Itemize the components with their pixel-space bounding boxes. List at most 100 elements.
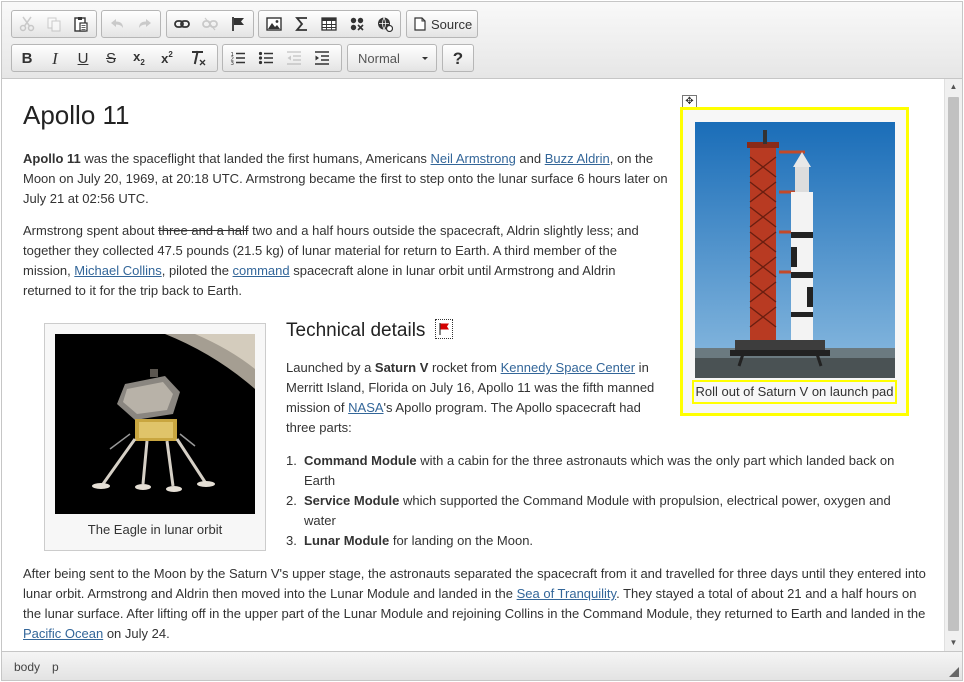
widget-drag-handle[interactable]: ✥ bbox=[682, 95, 697, 110]
underline-icon: U bbox=[77, 49, 89, 67]
move-icon: ✥ bbox=[685, 96, 694, 107]
subscript-button[interactable]: x2 bbox=[125, 46, 153, 70]
list-number: 3. bbox=[286, 533, 297, 548]
math-button[interactable] bbox=[288, 12, 316, 36]
article-title: Apollo 11 bbox=[23, 100, 130, 130]
strikethrough-icon: S bbox=[105, 49, 116, 67]
basic-styles-group: B I U S x2 x2 bbox=[11, 44, 218, 72]
scroll-up-arrow-icon[interactable]: ▲ bbox=[945, 79, 962, 95]
scroll-down-arrow-icon[interactable]: ▼ bbox=[945, 635, 962, 651]
list-item: 2. Service Module which supported the Com… bbox=[286, 491, 896, 531]
list-item-bold: Service Module bbox=[304, 493, 400, 508]
moonwalk-paragraph: Armstrong spent about three and a half t… bbox=[23, 221, 658, 301]
link-buzz-aldrin[interactable]: Buzz Aldrin bbox=[545, 151, 610, 166]
unlink-button[interactable] bbox=[196, 12, 224, 36]
saturn-caption[interactable]: Roll out of Saturn V on launch pad bbox=[692, 380, 897, 404]
p1-bold: Apollo 11 bbox=[23, 151, 81, 166]
rich-text-editor: Source B I U S x2 x2 123 Normal ? Apollo… bbox=[1, 1, 963, 681]
redo-button[interactable] bbox=[131, 12, 159, 36]
editor-content[interactable]: Apollo 11 ✥ Roll out of Saturn V on laun… bbox=[2, 79, 944, 651]
scissors-icon bbox=[19, 16, 34, 32]
source-group: Source bbox=[406, 10, 478, 38]
anchor-button[interactable] bbox=[224, 12, 252, 36]
link-button[interactable] bbox=[168, 12, 196, 36]
list-item: 1. Command Module with a cabin for the th… bbox=[286, 451, 896, 491]
sigma-icon bbox=[294, 17, 307, 31]
saturn-figure[interactable]: Roll out of Saturn V on launch pad bbox=[680, 107, 909, 416]
link-kennedy-space-center[interactable]: Kennedy Space Center bbox=[501, 360, 635, 375]
element-path-bar: body p bbox=[2, 651, 962, 680]
table-button[interactable] bbox=[316, 12, 344, 36]
decrease-indent-button[interactable] bbox=[280, 46, 308, 70]
scrollbar-thumb[interactable] bbox=[948, 97, 959, 631]
link-michael-collins[interactable]: Michael Collins bbox=[74, 263, 161, 278]
copy-button[interactable] bbox=[40, 12, 67, 36]
cut-button[interactable] bbox=[13, 12, 40, 36]
increase-indent-button[interactable] bbox=[308, 46, 336, 70]
globe-button[interactable] bbox=[371, 12, 399, 36]
omega-icon bbox=[351, 17, 364, 31]
help-group: ? bbox=[442, 44, 474, 72]
strikethrough-button[interactable]: S bbox=[97, 46, 125, 70]
p3-bold: Saturn V bbox=[374, 360, 429, 375]
intro-paragraph: Apollo 11 was the spaceflight that lande… bbox=[23, 149, 675, 209]
insert-group bbox=[258, 10, 401, 38]
redo-icon bbox=[139, 19, 151, 28]
list-item-bold: Command Module bbox=[304, 453, 417, 468]
return-paragraph: After being sent to the Moon by the Satu… bbox=[23, 564, 931, 644]
path-item-body[interactable]: body bbox=[14, 660, 40, 674]
dropdown-arrow-icon bbox=[422, 57, 428, 60]
anchor-marker[interactable] bbox=[435, 319, 454, 339]
subscript-icon: x2 bbox=[133, 48, 145, 67]
p4-text-3: on July 24. bbox=[103, 626, 170, 641]
vertical-scrollbar[interactable]: ▲ ▼ bbox=[944, 79, 962, 651]
italic-button[interactable]: I bbox=[41, 46, 69, 70]
list-number: 2. bbox=[286, 493, 297, 508]
bold-icon: B bbox=[21, 49, 33, 67]
p2-struck-text: three and a half bbox=[158, 223, 249, 238]
image-button[interactable] bbox=[260, 12, 288, 36]
list-group: 123 bbox=[222, 44, 342, 72]
underline-button[interactable]: U bbox=[69, 46, 97, 70]
p3-text-1: Launched by a bbox=[286, 360, 375, 375]
launch-paragraph: Launched by a Saturn V rocket from Kenne… bbox=[286, 358, 666, 438]
bold-button[interactable]: B bbox=[13, 46, 41, 70]
clipboard-icon bbox=[74, 17, 88, 32]
document-icon bbox=[414, 17, 426, 31]
svg-text:3: 3 bbox=[231, 61, 235, 66]
bulleted-list-icon bbox=[258, 51, 273, 65]
remove-format-icon bbox=[192, 50, 206, 66]
numbered-list-icon: 123 bbox=[231, 52, 245, 66]
source-button[interactable]: Source bbox=[408, 12, 478, 36]
flag-icon bbox=[232, 17, 244, 31]
format-dropdown-value: Normal bbox=[358, 50, 400, 66]
link-command[interactable]: command bbox=[233, 263, 290, 278]
link-sea-of-tranquility[interactable]: Sea of Tranquility bbox=[517, 586, 616, 601]
table-icon bbox=[321, 17, 338, 31]
help-button[interactable]: ? bbox=[444, 46, 472, 70]
help-label: ? bbox=[452, 48, 464, 68]
red-flag-icon bbox=[439, 323, 450, 335]
resize-grip-icon[interactable] bbox=[949, 667, 959, 677]
special-char-button[interactable] bbox=[343, 12, 371, 36]
eagle-caption: The Eagle in lunar orbit bbox=[87, 522, 223, 537]
element-path: body p bbox=[14, 660, 59, 674]
paste-button[interactable] bbox=[68, 12, 95, 36]
bulleted-list-button[interactable] bbox=[252, 46, 280, 70]
copy-icon bbox=[47, 17, 61, 32]
saturn-v-image bbox=[695, 122, 895, 378]
image-icon bbox=[266, 17, 282, 31]
undo-button[interactable] bbox=[103, 12, 131, 36]
link-pacific-ocean[interactable]: Pacific Ocean bbox=[23, 626, 103, 641]
superscript-button[interactable]: x2 bbox=[153, 46, 181, 70]
eagle-lunar-module-image bbox=[55, 334, 255, 514]
eagle-figure[interactable]: The Eagle in lunar orbit bbox=[44, 323, 266, 551]
format-dropdown[interactable]: Normal bbox=[347, 44, 437, 72]
link-nasa[interactable]: NASA bbox=[348, 400, 383, 415]
remove-format-button[interactable] bbox=[185, 46, 213, 70]
link-group bbox=[166, 10, 254, 38]
numbered-list-button[interactable]: 123 bbox=[224, 46, 252, 70]
path-item-p[interactable]: p bbox=[52, 660, 59, 674]
indent-icon bbox=[315, 51, 329, 65]
link-neil-armstrong[interactable]: Neil Armstrong bbox=[431, 151, 516, 166]
